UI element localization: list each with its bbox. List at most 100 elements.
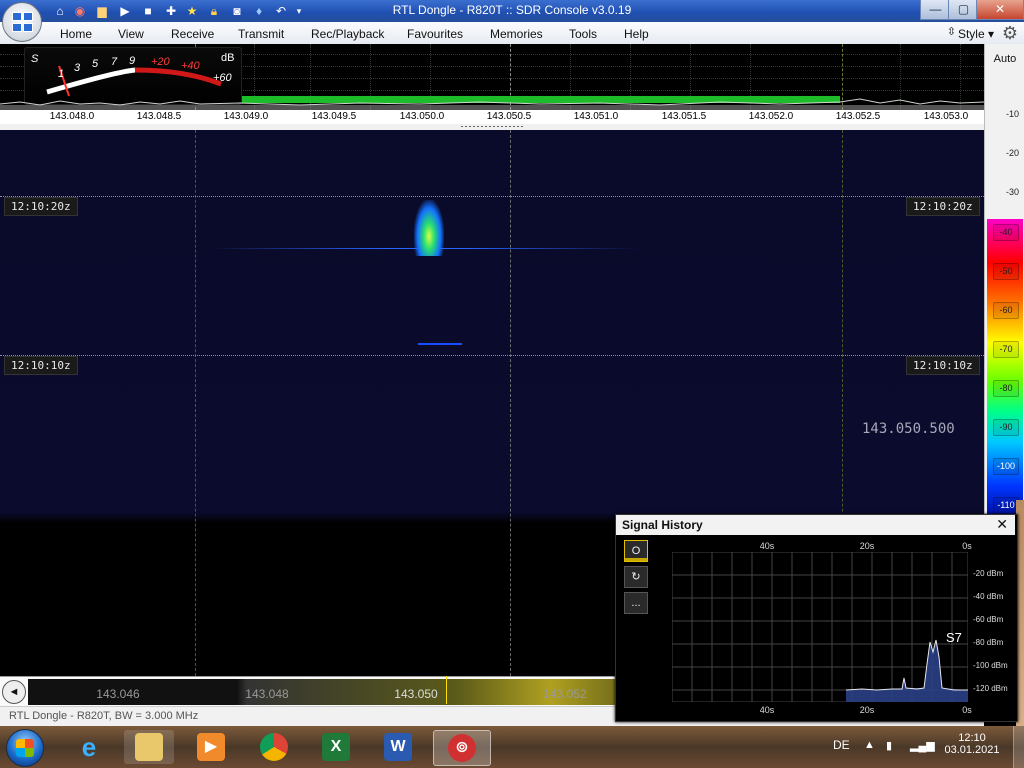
menu-memories[interactable]: Memories <box>490 27 543 41</box>
freq-tick: 143.048.5 <box>136 111 182 122</box>
menu-help[interactable]: Help <box>624 27 649 41</box>
freq-tick: 143.049.0 <box>223 111 269 122</box>
carrier-trace <box>418 343 462 345</box>
db-tick: -20 <box>1005 148 1019 158</box>
reset-button[interactable]: ↻ <box>624 566 648 588</box>
history-x-label: 20s <box>859 541 875 551</box>
waterfall-color-bar[interactable]: -40 -50 -60 -70 -80 -90 -100 -110 <box>987 219 1023 529</box>
overview-freq: 143.048 <box>245 687 289 701</box>
center-frequency-readout: 143.050.500 <box>862 421 955 437</box>
signal-history-header[interactable]: Signal History ✕ <box>616 515 1015 535</box>
smeter-9: 9 <box>129 55 136 67</box>
history-x-label: 0s <box>962 705 972 715</box>
spectrum-display[interactable]: S 1 3 5 7 9 +20 +40 +60 dB <box>0 44 984 110</box>
menu-view[interactable]: View <box>118 27 144 41</box>
menu-receive[interactable]: Receive <box>171 27 214 41</box>
signal-history-title: Signal History <box>622 518 703 532</box>
taskbar: e ▶ X W ⊚ DE ▲ ▮ ▂▄▆ 12:10 03.01.2021 <box>0 726 1024 768</box>
menu-transmit[interactable]: Transmit <box>238 27 284 41</box>
show-desktop-button[interactable] <box>1013 726 1024 768</box>
signal-burst <box>414 200 444 256</box>
style-label: Style <box>957 27 985 41</box>
history-y-label: -40 dBm <box>973 592 1004 601</box>
freq-tick: 143.049.5 <box>311 111 357 122</box>
media-player-icon[interactable]: ▶ <box>186 730 236 764</box>
tray-clock[interactable]: 12:10 03.01.2021 <box>944 732 1000 756</box>
history-y-label: -20 dBm <box>973 569 1004 578</box>
menu-favourites[interactable]: Favourites <box>407 27 463 41</box>
overview-freq: 143.050 <box>394 687 438 701</box>
start-button[interactable] <box>6 729 44 767</box>
menu-home[interactable]: Home <box>60 27 92 41</box>
db-tick: -10 <box>1005 109 1019 119</box>
history-y-label: -80 dBm <box>973 638 1004 647</box>
clock-time: 12:10 <box>958 732 986 744</box>
menu-tools[interactable]: Tools <box>569 27 597 41</box>
style-menu[interactable]: Style ▾ <box>958 27 994 41</box>
timestamp-left: 12:10:10z <box>4 356 78 375</box>
s-meter-reading: S7 <box>946 630 962 645</box>
internet-explorer-icon[interactable]: e <box>64 730 114 764</box>
smeter-plus20: +20 <box>151 56 170 68</box>
freq-tick: 143.052.0 <box>748 111 794 122</box>
freq-tick: 143.051.0 <box>573 111 619 122</box>
timestamp-right: 12:10:20z <box>906 197 980 216</box>
history-x-label: 0s <box>962 541 972 551</box>
color-tick: -80 <box>993 380 1019 397</box>
tray-expand-icon[interactable]: ▲ <box>864 739 875 751</box>
window-title: RTL Dongle - R820T :: SDR Console v3.0.1… <box>392 3 632 17</box>
overview-freq: 143.052 <box>543 687 587 701</box>
smeter-plus40: +40 <box>181 60 200 72</box>
color-tick: -50 <box>993 263 1019 280</box>
frequency-scale[interactable]: 143.048.0 143.048.5 143.049.0 143.049.5 … <box>0 110 984 125</box>
history-x-label: 40s <box>759 705 775 715</box>
timestamp-left: 12:10:20z <box>4 197 78 216</box>
chrome-icon[interactable] <box>249 730 299 764</box>
signal-history-plot <box>672 552 968 702</box>
color-tick: -60 <box>993 302 1019 319</box>
timestamp-right: 12:10:10z <box>906 356 980 375</box>
network-icon[interactable]: ▂▄▆ <box>910 739 935 752</box>
freq-tick: 143.052.5 <box>835 111 881 122</box>
title-bar: ⌂ ◉ ▆ ▶ ■ ✚ ★ 🔒︎ ◙ ♦ ↶ ▾ RTL Dongle - R8… <box>0 0 1024 22</box>
file-explorer-icon[interactable] <box>124 730 174 764</box>
app-menu-button[interactable] <box>2 2 42 42</box>
language-indicator[interactable]: DE <box>833 738 850 752</box>
minimize-button[interactable]: — <box>920 0 951 20</box>
color-tick: -40 <box>993 224 1019 241</box>
style-updown-icon[interactable]: ⇳ <box>947 25 956 38</box>
settings-gear-icon[interactable]: ⚙ <box>1002 23 1018 44</box>
usb-icon[interactable]: ▮ <box>886 739 892 752</box>
menu-bar: Home View Receive Transmit Rec/Playback … <box>0 22 1024 45</box>
close-button[interactable]: ✕ <box>976 0 1024 20</box>
more-options-button[interactable]: ... <box>624 592 648 614</box>
scroll-left-icon[interactable]: ◄ <box>2 680 26 704</box>
sdr-console-icon[interactable]: ⊚ <box>433 730 491 766</box>
smeter-1: 1 <box>58 68 65 80</box>
freq-tick: 143.050.5 <box>486 111 532 122</box>
menu-rec-playback[interactable]: Rec/Playback <box>311 27 384 41</box>
db-tick: -30 <box>1005 187 1019 197</box>
tuning-marker <box>446 676 447 704</box>
history-y-label: -120 dBm <box>973 684 1008 693</box>
smeter-plus60: +60 <box>213 72 232 84</box>
smeter-7: 7 <box>111 56 118 68</box>
word-icon[interactable]: W <box>373 730 423 764</box>
smeter-s: S <box>31 53 39 65</box>
smeter-5: 5 <box>92 58 99 70</box>
clock-date: 03.01.2021 <box>944 744 1000 756</box>
history-y-label: -60 dBm <box>973 615 1004 624</box>
freq-tick: 143.048.0 <box>49 111 95 122</box>
record-button[interactable]: O <box>624 540 648 562</box>
freq-tick: 143.053.0 <box>923 111 969 122</box>
history-y-label: -100 dBm <box>973 661 1008 670</box>
excel-icon[interactable]: X <box>311 730 361 764</box>
color-tick: -100 <box>993 458 1019 475</box>
smeter-db: dB <box>221 52 235 64</box>
maximize-button[interactable]: ▢ <box>948 0 979 20</box>
auto-scale-button[interactable]: Auto <box>985 53 1024 65</box>
close-icon[interactable]: ✕ <box>996 516 1008 533</box>
color-tick: -70 <box>993 341 1019 358</box>
spectrum-trace <box>0 98 984 110</box>
history-x-label: 20s <box>859 705 875 715</box>
